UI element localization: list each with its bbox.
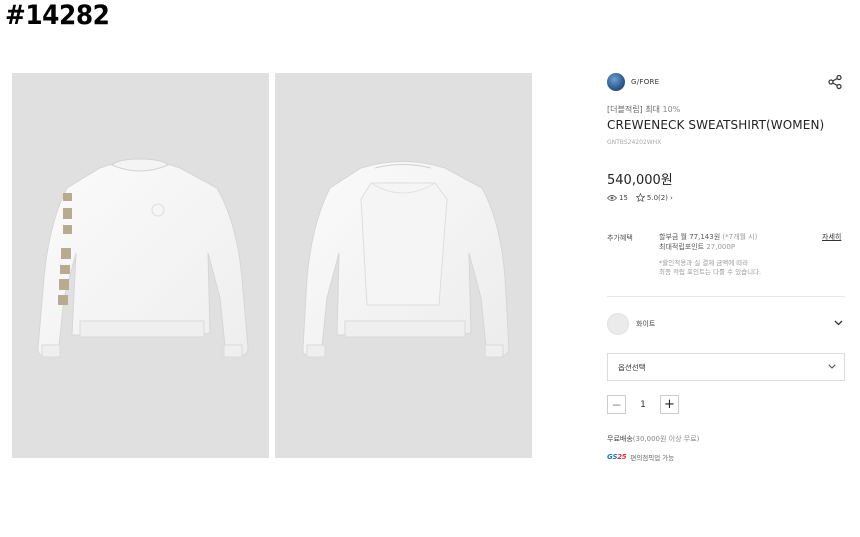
gs25-logo-gs: GS: [607, 453, 618, 461]
pickup-text: 편의점픽업 가능: [630, 454, 675, 462]
gs25-logo-num: 25: [617, 453, 627, 461]
brand-name: G/FORE: [631, 78, 660, 86]
promo-tag: [더블적립] 최대 10%: [607, 104, 680, 115]
color-selector[interactable]: 화이트: [607, 313, 845, 335]
color-name: 화이트: [636, 320, 656, 328]
installment-note: (*7개월 시): [722, 233, 758, 241]
divider: [607, 296, 845, 297]
shipping-label: 무료배송: [607, 435, 633, 443]
benefits-note: *할인적용과 실 결제 금액에 따라 최종 적립 포인트는 다를 수 있습니다.: [659, 259, 761, 277]
product-title: CREWENECK SWEATSHIRT(WOMEN): [607, 118, 825, 132]
promo-percent: 10%: [662, 105, 681, 114]
product-price: 540,000원: [607, 173, 673, 188]
shipping-info: 무료배송(30,000원 이상 무료): [607, 434, 699, 444]
brand-header[interactable]: G/FORE: [607, 73, 659, 91]
chevron-down-icon[interactable]: [834, 320, 843, 326]
benefits-note-line-1: *할인적용과 실 결제 금액에 따라: [659, 259, 749, 267]
quantity-value[interactable]: 1: [626, 400, 660, 410]
product-sku: GNTBS24202WHX: [607, 139, 662, 146]
likes-count[interactable]: 15: [607, 194, 628, 202]
benefits-note-line-2: 최종 적립 포인트는 다를 수 있습니다.: [659, 268, 762, 276]
promo-label: [더블적립] 최대: [607, 105, 660, 114]
star-icon: [635, 193, 645, 202]
quantity-minus-button[interactable]: −: [607, 395, 626, 414]
quantity-plus-button[interactable]: +: [660, 395, 679, 414]
product-stats: 15 5.0(2) ›: [607, 193, 673, 202]
rating-value: 5.0(2): [646, 193, 668, 202]
benefits-label: 추가혜택: [607, 234, 633, 242]
brand-logo-icon: [607, 73, 625, 91]
eye-icon: [607, 194, 617, 201]
gs25-logo-icon: GS25: [607, 453, 627, 461]
benefits-details: 할부금 월 77,143원 (*7개월 시) 최대적립포인트 27,000P: [659, 232, 757, 252]
rating-link[interactable]: 5.0(2) ›: [635, 193, 673, 202]
share-icon[interactable]: [827, 74, 843, 90]
image-id-stamp: #14282: [5, 0, 110, 31]
chevron-down-icon: [828, 364, 836, 369]
option-select-label: 옵션선택: [618, 362, 646, 372]
quantity-stepper: − 1 +: [607, 395, 679, 414]
chevron-right-icon: ›: [669, 193, 673, 202]
benefits-detail-link[interactable]: 자세히: [822, 232, 841, 242]
installment-text: 할부금 월 77,143원: [659, 233, 721, 241]
sweatshirt-front-illustration: [37, 158, 249, 358]
color-swatch[interactable]: [607, 313, 629, 335]
points-value: 27,000P: [706, 243, 736, 251]
points-label: 최대적립포인트: [659, 243, 705, 251]
convenience-pickup: GS25 편의점픽업 가능: [607, 452, 674, 462]
likes-value: 15: [619, 193, 628, 202]
option-select[interactable]: 옵션선택: [607, 353, 845, 381]
shipping-condition: (30,000원 이상 무료): [632, 435, 700, 443]
sweatshirt-back-illustration: [302, 161, 510, 358]
product-image-front[interactable]: [12, 73, 269, 458]
product-image-back[interactable]: [275, 73, 532, 458]
